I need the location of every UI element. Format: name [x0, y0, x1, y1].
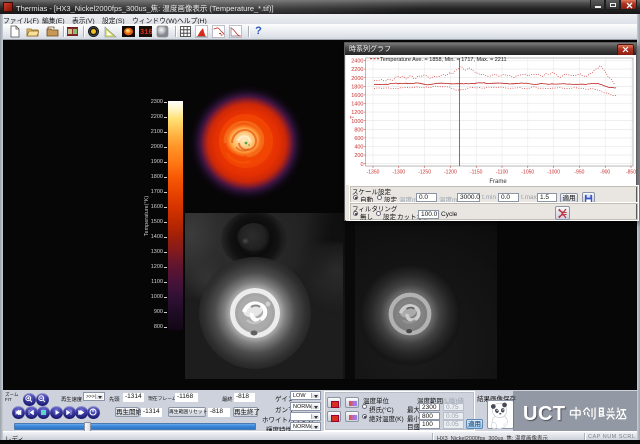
svg-text:2200: 2200	[351, 67, 363, 73]
svg-text:600: 600	[354, 136, 363, 142]
svg-text:-1300: -1300	[392, 170, 405, 176]
svg-text:0: 0	[360, 162, 363, 168]
svg-text:-850: -850	[626, 170, 636, 176]
svg-text:400: 400	[354, 145, 363, 151]
svg-text:-950: -950	[574, 170, 584, 176]
svg-text:-1050: -1050	[521, 170, 534, 176]
svg-text:316: 316	[140, 29, 152, 37]
svg-text:-1250: -1250	[418, 170, 431, 176]
svg-text:2000: 2000	[351, 76, 363, 82]
svg-text:Temperature(°K): Temperature(°K)	[144, 196, 150, 237]
svg-text:1600: 1600	[351, 93, 363, 99]
svg-text:-900: -900	[600, 170, 610, 176]
svg-text:1800: 1800	[351, 84, 363, 90]
svg-text:Temperature Ave. = 1858, Min.: Temperature Ave. = 1858, Min. = 1717, Ma…	[380, 57, 507, 63]
svg-text:-1100: -1100	[496, 170, 509, 176]
svg-text:1400: 1400	[351, 102, 363, 108]
svg-text:-1350: -1350	[367, 170, 380, 176]
svg-text:-1200: -1200	[444, 170, 457, 176]
svg-text:1000: 1000	[351, 119, 363, 125]
svg-text:2400: 2400	[351, 59, 363, 65]
svg-text:800: 800	[354, 127, 363, 133]
svg-text:200: 200	[354, 153, 363, 159]
svg-text:-1000: -1000	[547, 170, 560, 176]
svg-text:1200: 1200	[351, 110, 363, 116]
svg-text:-1150: -1150	[470, 170, 483, 176]
